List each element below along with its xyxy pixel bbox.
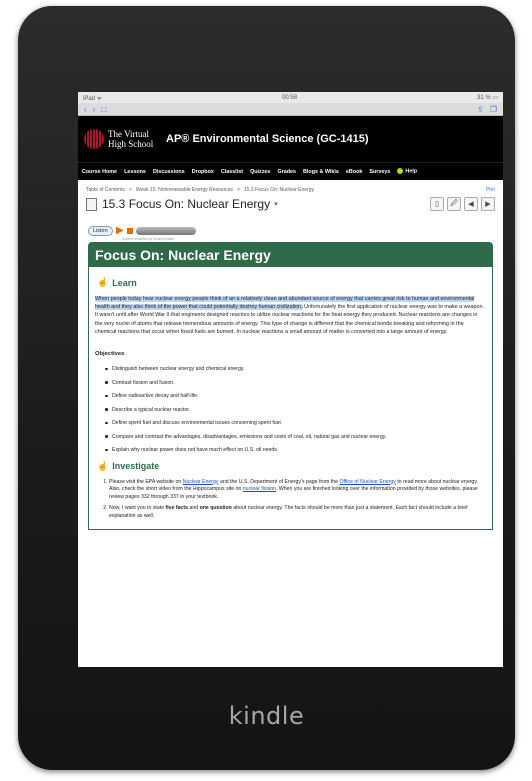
- speech-credit: Speech-enabled by ReadSpeaker: [122, 237, 175, 241]
- nav-help[interactable]: Help: [397, 168, 417, 175]
- tabs-icon[interactable]: ❐: [490, 105, 497, 114]
- learn-section-heading: ☝ Learn: [97, 277, 137, 288]
- list-item: Distinguish between nuclear energy and c…: [105, 366, 486, 372]
- bookmark-topic-button[interactable]: ▯: [430, 197, 444, 211]
- site-banner: The Virtual High School AP® Environmenta…: [78, 116, 503, 162]
- site-logo-text[interactable]: The Virtual High School: [108, 129, 156, 149]
- device-screen: iPad ᯤ 00:58 31 % ▭ ‹ › □ ⇪ ❐ The Virtua…: [78, 92, 503, 667]
- help-icon: [397, 168, 404, 175]
- nav-blogs-wikis[interactable]: Blogs & Wikis: [303, 169, 339, 175]
- course-navbar: Course Home Lessons Discussions Dropbox …: [78, 162, 503, 180]
- carrier-label: iPad ᯤ: [83, 95, 103, 102]
- epa-nuclear-energy-link[interactable]: Nuclear Energy: [183, 479, 219, 485]
- list-item: Define spent fuel and discuss environmen…: [105, 420, 486, 426]
- nav-classlist[interactable]: Classlist: [221, 169, 243, 175]
- breadcrumb-toc[interactable]: Table of Contents: [86, 187, 125, 193]
- nav-ebook[interactable]: eBook: [346, 169, 362, 175]
- objectives-heading: Objectives: [95, 351, 125, 358]
- objectives-list: Distinguish between nuclear energy and c…: [95, 366, 486, 453]
- nuclear-fission-link[interactable]: nuclear fission: [243, 486, 276, 492]
- browser-toolbar: ‹ › □ ⇪ ❐: [78, 103, 503, 116]
- breadcrumb-week[interactable]: Week 15: Nonrenewable Energy Resources: [136, 187, 233, 193]
- globe-logo-icon[interactable]: [84, 129, 104, 149]
- ios-status-bar: iPad ᯤ 00:58 31 % ▭: [78, 92, 503, 103]
- forward-icon[interactable]: ›: [93, 105, 96, 114]
- nav-lessons[interactable]: Lessons: [124, 169, 146, 175]
- share-icon[interactable]: ⇪: [477, 105, 484, 114]
- nav-discussions[interactable]: Discussions: [153, 169, 185, 175]
- list-item: Contrast fission and fusion.: [105, 380, 486, 386]
- list-item: Now, I want you to state five facts and …: [109, 505, 486, 521]
- investigate-list: Please visit the EPA website on Nuclear …: [95, 479, 486, 521]
- investigate-section-heading: ☝ Investigate: [97, 460, 160, 472]
- nav-quizzes[interactable]: Quizzes: [250, 169, 270, 175]
- battery-indicator: 31 % ▭: [476, 95, 498, 101]
- list-item: Please visit the EPA website on Nuclear …: [109, 479, 486, 502]
- page-title: 15.3 Focus On: Nuclear Energy: [102, 197, 271, 211]
- nav-dropbox[interactable]: Dropbox: [192, 169, 214, 175]
- topic-tools: ▯ 🖉 ◀ ▶: [430, 197, 495, 211]
- breadcrumb-current: 15.3 Focus On: Nuclear Energy: [243, 187, 314, 193]
- content-heading: Focus On: Nuclear Energy: [89, 243, 492, 267]
- readspeaker-player: Listen: [88, 225, 503, 236]
- bookmark-icon[interactable]: □: [101, 105, 106, 114]
- back-icon[interactable]: ‹: [84, 105, 87, 114]
- pointer-hand-icon: ☝: [97, 277, 109, 287]
- nav-grades[interactable]: Grades: [277, 169, 296, 175]
- edit-icon[interactable]: 🖉: [447, 197, 461, 211]
- breadcrumb-sep: >: [237, 187, 240, 193]
- breadcrumb-sep: >: [128, 187, 132, 193]
- kindle-device: iPad ᯤ 00:58 31 % ▭ ‹ › □ ⇪ ❐ The Virtua…: [18, 6, 515, 770]
- course-title: AP® Environmental Science (GC-1415): [166, 133, 369, 145]
- stop-icon[interactable]: [126, 227, 133, 234]
- office-nuclear-energy-link[interactable]: Office of Nuclear Energy: [339, 479, 395, 485]
- list-item: Define radioactive decay and half-life.: [105, 393, 486, 399]
- listen-button[interactable]: Listen: [88, 225, 113, 236]
- previous-topic-button[interactable]: ◀: [464, 197, 478, 211]
- list-item: Explain why nuclear power does not have …: [105, 447, 486, 453]
- breadcrumb: Table of Contents > Week 15: Nonrenewabl…: [78, 180, 503, 193]
- learn-paragraph: When people today hear nuclear energy pe…: [95, 296, 484, 335]
- kindle-logo: kindle: [228, 702, 305, 730]
- pointer-hand-icon: ☝: [97, 460, 109, 471]
- document-icon: [86, 197, 97, 211]
- nav-surveys[interactable]: Surveys: [369, 169, 390, 175]
- play-icon[interactable]: [115, 226, 124, 235]
- print-link[interactable]: Prin: [486, 187, 495, 193]
- next-topic-button[interactable]: ▶: [481, 197, 495, 211]
- clock: 00:58: [282, 94, 298, 101]
- topic-title-row: 15.3 Focus On: Nuclear Energy ▾ ▯ 🖉 ◀ ▶: [78, 193, 503, 215]
- list-item: Describe a typical nuclear reactor.: [105, 407, 486, 413]
- list-item: Compare and contrast the advantages, dis…: [105, 434, 486, 440]
- volume-slider[interactable]: [135, 226, 196, 235]
- chevron-down-icon[interactable]: ▾: [274, 200, 278, 208]
- content-panel: Focus On: Nuclear Energy ☝ Learn When pe…: [88, 242, 493, 530]
- nav-course-home[interactable]: Course Home: [82, 169, 117, 175]
